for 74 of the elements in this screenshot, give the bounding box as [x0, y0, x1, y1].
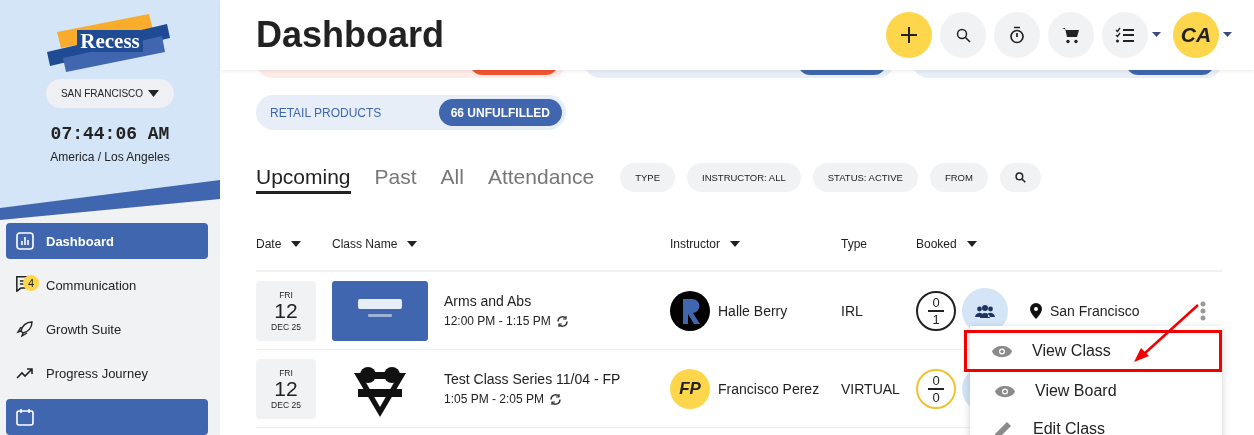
- column-header[interactable]: Type: [841, 237, 867, 251]
- notification-badge: 4: [23, 275, 39, 291]
- filter-chip[interactable]: STATUS: ACTIVE: [812, 162, 918, 192]
- location-dropdown[interactable]: SAN FRANCISCO: [46, 79, 174, 108]
- caret-icon: [148, 90, 160, 97]
- caret-icon[interactable]: [1223, 32, 1232, 38]
- menu-item[interactable]: Edit Class: [970, 410, 1222, 435]
- pencil-icon: [995, 420, 1013, 435]
- sidebar-item[interactable]: 4 Communication: [6, 267, 208, 303]
- stopwatch-icon: [1009, 26, 1025, 44]
- cart-button[interactable]: [1048, 12, 1094, 58]
- user-avatar[interactable]: CA: [1173, 12, 1219, 58]
- class-type: VIRTUAL: [841, 380, 900, 397]
- checklist-icon: [1115, 27, 1135, 43]
- tab[interactable]: Past: [374, 160, 417, 194]
- rocket-icon: [16, 320, 34, 338]
- search-icon: [1014, 171, 1026, 183]
- location-label: San Francisco: [1050, 302, 1140, 319]
- add-button[interactable]: [886, 12, 932, 58]
- more-options-button[interactable]: [1200, 300, 1206, 321]
- search-icon: [955, 27, 971, 43]
- date-badge: FRI 12 DEC 25: [256, 358, 316, 419]
- filter-chip[interactable]: TYPE: [620, 162, 675, 192]
- caret-icon[interactable]: [1152, 32, 1161, 38]
- booking-count: 0 0: [916, 368, 956, 409]
- sort-caret-icon: [730, 241, 740, 247]
- eye-icon: [995, 384, 1015, 398]
- sort-caret-icon: [291, 241, 302, 247]
- sort-caret-icon: [966, 241, 977, 247]
- tab[interactable]: All: [440, 160, 464, 194]
- sidebar-item[interactable]: Progress Journey: [6, 355, 208, 391]
- booking-count: 0 1: [916, 290, 956, 331]
- menu-item[interactable]: View Class: [964, 330, 1222, 372]
- unfulfilled-badge: 66 UNFULFILLED: [438, 99, 562, 126]
- clock-time: 07:44:06 AM: [50, 124, 170, 144]
- eye-icon: [992, 344, 1012, 358]
- sidebar-item[interactable]: Dashboard: [6, 223, 208, 259]
- page-title: Dashboard: [256, 14, 445, 56]
- plus-icon: [900, 26, 918, 44]
- calendar-icon: [16, 408, 34, 426]
- filter-chip[interactable]: INSTRUCTOR: ALL: [687, 162, 801, 192]
- search-button[interactable]: [940, 12, 986, 58]
- more-icon: [1200, 300, 1206, 321]
- location-pin-icon: [1030, 302, 1042, 319]
- tab[interactable]: Upcoming: [256, 160, 351, 194]
- column-header[interactable]: Instructor: [670, 237, 740, 251]
- search-filter-button[interactable]: [999, 162, 1041, 192]
- tab[interactable]: Attendance: [487, 160, 595, 194]
- class-time: 1:05 PM - 2:05 PM: [444, 392, 545, 406]
- column-header[interactable]: Date: [256, 237, 302, 251]
- repeat-icon: [555, 314, 569, 328]
- class-name[interactable]: Arms and Abs: [444, 293, 569, 309]
- retail-label: RETAIL PRODUCTS: [270, 105, 382, 120]
- timer-button[interactable]: [994, 12, 1040, 58]
- timezone-label: America / Los Angeles: [50, 150, 170, 164]
- retail-summary-card[interactable]: RETAIL PRODUCTS 66 UNFULFILLED: [256, 95, 566, 130]
- menu-item[interactable]: View Board: [970, 372, 1222, 410]
- cart-icon: [1062, 26, 1080, 44]
- class-type: IRL: [841, 302, 863, 319]
- class-time: 12:00 PM - 1:15 PM: [444, 314, 551, 328]
- instructor-name: Halle Berry: [718, 302, 788, 319]
- sidebar-item[interactable]: Growth Suite: [6, 311, 208, 347]
- repeat-icon: [549, 392, 563, 406]
- column-header[interactable]: Class Name: [332, 237, 418, 251]
- chart-icon: [16, 232, 34, 250]
- date-badge: FRI 12 DEC 25: [256, 280, 316, 341]
- class-name[interactable]: Test Class Series 11/04 - FP: [444, 371, 621, 387]
- checklist-button[interactable]: [1102, 12, 1148, 58]
- column-header[interactable]: Booked: [916, 237, 977, 251]
- group-icon: [975, 303, 995, 318]
- instructor-name: Francisco Perez: [718, 380, 820, 397]
- filter-chip[interactable]: FROM: [929, 162, 988, 192]
- instructor-avatar: FP: [670, 368, 710, 409]
- sort-caret-icon: [407, 241, 418, 247]
